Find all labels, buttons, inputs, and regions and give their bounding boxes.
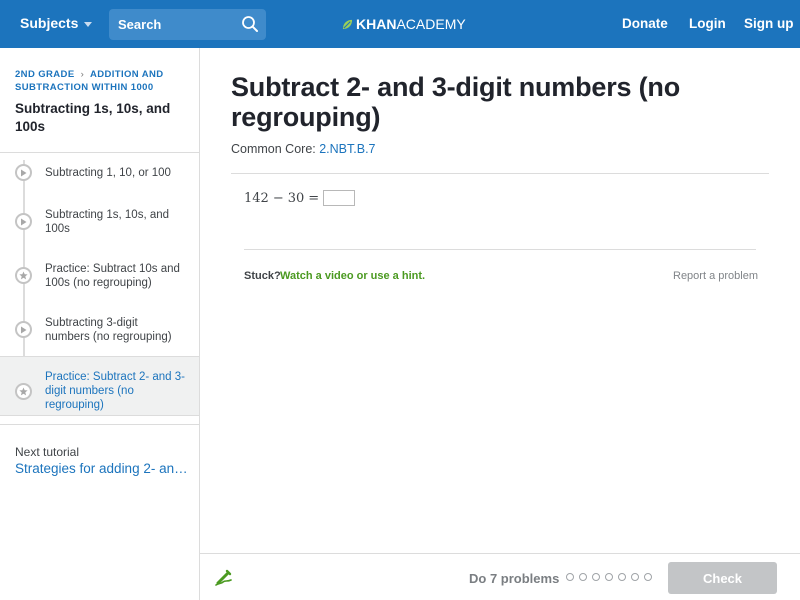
chevron-right-icon: ›	[77, 69, 88, 80]
progress-dots	[566, 573, 652, 581]
operand-1: 142	[244, 190, 269, 206]
sidebar-item-practice-active[interactable]: Practice: Subtract 2- and 3-digit number…	[0, 356, 199, 416]
caret-down-icon	[84, 21, 93, 27]
divider	[231, 173, 769, 174]
logo-text-khan: KHAN	[356, 16, 397, 32]
star-icon	[15, 383, 32, 400]
page-title: Subtract 2- and 3-digit numbers (no regr…	[231, 72, 681, 132]
progress-dot	[631, 573, 639, 581]
progress-dot	[592, 573, 600, 581]
common-core-link[interactable]: 2.NBT.B.7	[319, 142, 375, 156]
breadcrumb-grade[interactable]: 2ND GRADE	[15, 69, 75, 80]
report-problem-link[interactable]: Report a problem	[673, 270, 758, 282]
divider	[0, 424, 199, 425]
sidebar-item-video[interactable]: Subtracting 1, 10, or 100	[0, 160, 199, 190]
problem-count: Do 7 problems	[469, 571, 560, 586]
search-placeholder: Search	[118, 17, 162, 32]
minus-sign: −	[272, 190, 284, 206]
sidebar-item-label: Practice: Subtract 2- and 3-digit number…	[45, 371, 185, 411]
donate-link[interactable]: Donate	[622, 16, 668, 31]
search-icon[interactable]	[241, 15, 259, 33]
leaf-icon	[342, 19, 353, 29]
logo-text-academy: ACADEMY	[396, 16, 466, 32]
equals-sign: =	[308, 190, 320, 206]
tutorial-sidebar: 2ND GRADE › ADDITION AND SUBTRACTION WIT…	[0, 48, 200, 600]
top-nav-bar: Subjects Search KHAN ACADEMY Donate Login…	[0, 0, 800, 48]
progress-dot	[566, 573, 574, 581]
search-input[interactable]: Search	[109, 9, 266, 40]
operand-2: 30	[287, 190, 305, 206]
progress-dot	[644, 573, 652, 581]
khan-academy-logo[interactable]: KHAN ACADEMY	[342, 16, 466, 32]
tutorial-title: Subtracting 1s, 10s, and 100s	[15, 101, 171, 134]
exercise-footer: Do 7 problems Check	[200, 553, 800, 600]
login-link[interactable]: Login	[689, 16, 726, 31]
subjects-label: Subjects	[20, 15, 79, 31]
play-icon	[15, 321, 32, 338]
check-button[interactable]: Check	[668, 562, 777, 594]
subjects-menu[interactable]: Subjects	[20, 15, 93, 31]
hint-link[interactable]: Watch a video or use a hint.	[280, 270, 425, 282]
play-icon	[15, 213, 32, 230]
sidebar-item-label: Subtracting 1, 10, or 100	[45, 167, 171, 179]
sidebar-item-label: Practice: Subtract 10s and 100s (no regr…	[45, 263, 180, 289]
problem-statement: 142 − 30 =	[244, 190, 356, 206]
progress-dot	[579, 573, 587, 581]
next-tutorial-label: Next tutorial	[15, 445, 80, 459]
progress-dot	[605, 573, 613, 581]
divider	[0, 152, 199, 153]
divider	[244, 249, 756, 250]
signup-link[interactable]: Sign up	[744, 16, 794, 31]
sidebar-item-video[interactable]: Subtracting 1s, 10s, and 100s	[0, 200, 199, 240]
exercise-panel: Subtract 2- and 3-digit numbers (no regr…	[200, 48, 800, 553]
scratchpad-pencil-icon[interactable]	[215, 568, 233, 586]
sidebar-item-label: Subtracting 3-digit numbers (no regroupi…	[45, 317, 172, 343]
sidebar-item-practice[interactable]: Practice: Subtract 10s and 100s (no regr…	[0, 254, 199, 294]
answer-input[interactable]	[323, 190, 356, 206]
play-icon	[15, 164, 32, 181]
common-core: Common Core: 2.NBT.B.7	[231, 142, 376, 156]
star-icon	[15, 267, 32, 284]
sidebar-item-video[interactable]: Subtracting 3-digit numbers (no regroupi…	[0, 308, 199, 348]
common-core-label: Common Core:	[231, 142, 316, 156]
next-tutorial-link[interactable]: Strategies for adding 2- an…	[15, 461, 190, 476]
stuck-label: Stuck?	[244, 270, 281, 282]
breadcrumb: 2ND GRADE › ADDITION AND SUBTRACTION WIT…	[15, 68, 185, 94]
sidebar-item-label: Subtracting 1s, 10s, and 100s	[45, 209, 170, 235]
progress-dot	[618, 573, 626, 581]
